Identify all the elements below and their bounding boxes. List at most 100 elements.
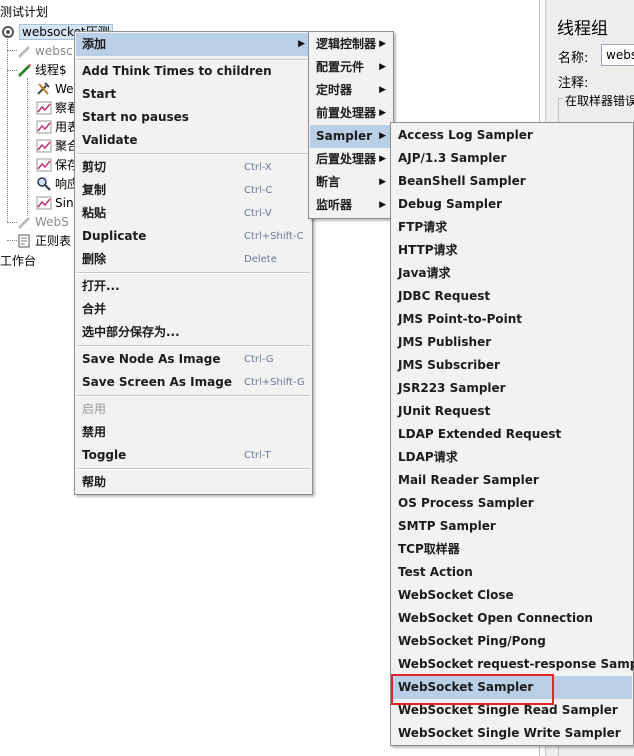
pencil-icon xyxy=(16,63,32,77)
menu-item-add[interactable]: 添加 ▶ xyxy=(76,33,311,56)
menu-item-mail-reader-sampler[interactable]: Mail Reader Sampler xyxy=(392,469,632,492)
menu-item-ftp-request[interactable]: FTP请求 xyxy=(392,216,632,239)
menu-accelerator: Ctrl-V xyxy=(244,208,272,219)
menu-item-copy[interactable]: 复制 Ctrl-C xyxy=(76,179,311,202)
menu-item-label: OS Process Sampler xyxy=(398,496,534,510)
menu-item-listener[interactable]: 监听器 ▶ xyxy=(310,194,392,217)
menu-item-jms-subscriber[interactable]: JMS Subscriber xyxy=(392,354,632,377)
menu-item-websocket-ping-pong[interactable]: WebSocket Ping/Pong xyxy=(392,630,632,653)
chevron-right-icon: ▶ xyxy=(379,154,386,164)
menu-item-websocket-close[interactable]: WebSocket Close xyxy=(392,584,632,607)
tree-item-child[interactable]: We xyxy=(36,80,74,98)
menu-item-save-node-image[interactable]: Save Node As Image Ctrl-G xyxy=(76,348,311,371)
menu-item-label: Start no pauses xyxy=(82,110,189,124)
menu-item-websocket-single-read-sampler[interactable]: WebSocket Single Read Sampler xyxy=(392,699,632,722)
menu-accelerator: Ctrl-G xyxy=(244,354,274,365)
menu-item-label: 合并 xyxy=(82,302,107,316)
menu-item-websocket-sampler[interactable]: WebSocket Sampler xyxy=(392,676,632,699)
menu-item-ldap-extended-request[interactable]: LDAP Extended Request xyxy=(392,423,632,446)
sampler-submenu: Access Log Sampler AJP/1.3 Sampler BeanS… xyxy=(390,122,634,746)
menu-item-debug-sampler[interactable]: Debug Sampler xyxy=(392,193,632,216)
menu-item-label: LDAP Extended Request xyxy=(398,427,562,441)
menu-item-ajp-sampler[interactable]: AJP/1.3 Sampler xyxy=(392,147,632,170)
menu-accelerator: Ctrl+Shift-C xyxy=(244,231,304,242)
menu-item-start[interactable]: Start xyxy=(76,83,311,106)
menu-item-save-screen-image[interactable]: Save Screen As Image Ctrl+Shift-G xyxy=(76,371,311,394)
menu-item-jsr223-sampler[interactable]: JSR223 Sampler xyxy=(392,377,632,400)
chart-icon xyxy=(36,139,52,153)
menu-item-label: Add Think Times to children xyxy=(82,64,272,78)
menu-item-websocket-open-connection[interactable]: WebSocket Open Connection xyxy=(392,607,632,630)
menu-item-java-request[interactable]: Java请求 xyxy=(392,262,632,285)
menu-item-merge[interactable]: 合并 xyxy=(76,298,311,321)
menu-item-label: JMS Subscriber xyxy=(398,358,500,372)
menu-item-save-selection-as[interactable]: 选中部分保存为... xyxy=(76,321,311,344)
menu-item-junit-request[interactable]: JUnit Request xyxy=(392,400,632,423)
tree-item-listener[interactable]: 用表 xyxy=(36,118,79,136)
tree-item-regex-extractor[interactable]: 正则表 xyxy=(16,232,71,250)
menu-item-cut[interactable]: 剪切 Ctrl-X xyxy=(76,156,311,179)
menu-item-websocket-request-response-sampler[interactable]: WebSocket request-response Sampler xyxy=(392,653,634,676)
pencil-icon xyxy=(16,215,32,229)
tree-item-label: Sin xyxy=(55,196,74,210)
menu-item-disable[interactable]: 禁用 xyxy=(76,421,311,444)
menu-item-label: Java请求 xyxy=(398,266,451,280)
menu-item-ldap-request[interactable]: LDAP请求 xyxy=(392,446,632,469)
pencil-icon xyxy=(16,44,32,58)
menu-item-smtp-sampler[interactable]: SMTP Sampler xyxy=(392,515,632,538)
menu-item-logic-controller[interactable]: 逻辑控制器 ▶ xyxy=(310,33,392,56)
tree-item-websocket-sampler[interactable]: websc xyxy=(16,42,73,60)
tree-item-workbench[interactable]: 工作台 xyxy=(0,252,36,270)
document-icon xyxy=(16,234,32,248)
menu-item-open[interactable]: 打开... xyxy=(76,275,311,298)
chevron-right-icon: ▶ xyxy=(379,39,386,49)
menu-separator xyxy=(77,272,310,274)
tree-item-assertion[interactable]: 响应 xyxy=(36,175,79,193)
menu-item-start-no-pauses[interactable]: Start no pauses xyxy=(76,106,311,129)
menu-item-jms-publisher[interactable]: JMS Publisher xyxy=(392,331,632,354)
menu-item-toggle[interactable]: Toggle Ctrl-T xyxy=(76,444,311,467)
chevron-right-icon: ▶ xyxy=(379,131,386,141)
menu-item-label: Save Node As Image xyxy=(82,352,221,366)
menu-item-beanshell-sampler[interactable]: BeanShell Sampler xyxy=(392,170,632,193)
menu-accelerator: Delete xyxy=(244,254,277,265)
menu-item-validate[interactable]: Validate xyxy=(76,129,311,152)
tree-item-listener[interactable]: 保存 xyxy=(36,156,79,174)
menu-item-websocket-single-write-sampler[interactable]: WebSocket Single Write Sampler xyxy=(392,722,632,745)
tree-item-test-plan[interactable]: 测试计划 xyxy=(0,3,48,21)
menu-item-access-log-sampler[interactable]: Access Log Sampler xyxy=(392,124,632,147)
tree-item-label: 工作台 xyxy=(0,254,37,268)
tree-item-disabled-sampler[interactable]: WebS xyxy=(16,213,69,231)
menu-item-os-process-sampler[interactable]: OS Process Sampler xyxy=(392,492,632,515)
menu-item-label: WebSocket Single Write Sampler xyxy=(398,726,621,740)
menu-item-paste[interactable]: 粘贴 Ctrl-V xyxy=(76,202,311,225)
menu-item-tcp-sampler[interactable]: TCP取样器 xyxy=(392,538,632,561)
name-field[interactable]: websocket xyxy=(601,44,634,66)
menu-item-config-element[interactable]: 配置元件 ▶ xyxy=(310,56,392,79)
menu-item-duplicate[interactable]: Duplicate Ctrl+Shift-C xyxy=(76,225,311,248)
menu-item-timer[interactable]: 定时器 ▶ xyxy=(310,79,392,102)
menu-item-delete[interactable]: 删除 Delete xyxy=(76,248,311,271)
comment-field[interactable] xyxy=(601,69,634,89)
menu-item-label: HTTP请求 xyxy=(398,243,458,257)
menu-item-label: Debug Sampler xyxy=(398,197,503,211)
chevron-right-icon: ▶ xyxy=(379,177,386,187)
tree-connector xyxy=(7,32,8,222)
tree-item-listener[interactable]: Sin xyxy=(36,194,74,212)
chevron-right-icon: ▶ xyxy=(298,39,305,49)
menu-item-add-think-times[interactable]: Add Think Times to children xyxy=(76,60,311,83)
menu-item-help[interactable]: 帮助 xyxy=(76,471,311,494)
tree-item-thread-group[interactable]: 线程$ xyxy=(16,61,67,79)
tree-item-listener[interactable]: 聚合 xyxy=(36,137,79,155)
tree-item-listener[interactable]: 察看 xyxy=(36,99,79,117)
menu-item-post-processor[interactable]: 后置处理器 ▶ xyxy=(310,148,392,171)
menu-item-jms-point-to-point[interactable]: JMS Point-to-Point xyxy=(392,308,632,331)
menu-item-test-action[interactable]: Test Action xyxy=(392,561,632,584)
menu-item-label: WebSocket request-response Sampler xyxy=(398,657,634,671)
menu-item-assertion[interactable]: 断言 ▶ xyxy=(310,171,392,194)
menu-item-pre-processor[interactable]: 前置处理器 ▶ xyxy=(310,102,392,125)
menu-item-http-request[interactable]: HTTP请求 xyxy=(392,239,632,262)
menu-separator xyxy=(77,345,310,347)
menu-item-jdbc-request[interactable]: JDBC Request xyxy=(392,285,632,308)
menu-item-sampler[interactable]: Sampler ▶ xyxy=(310,125,392,148)
